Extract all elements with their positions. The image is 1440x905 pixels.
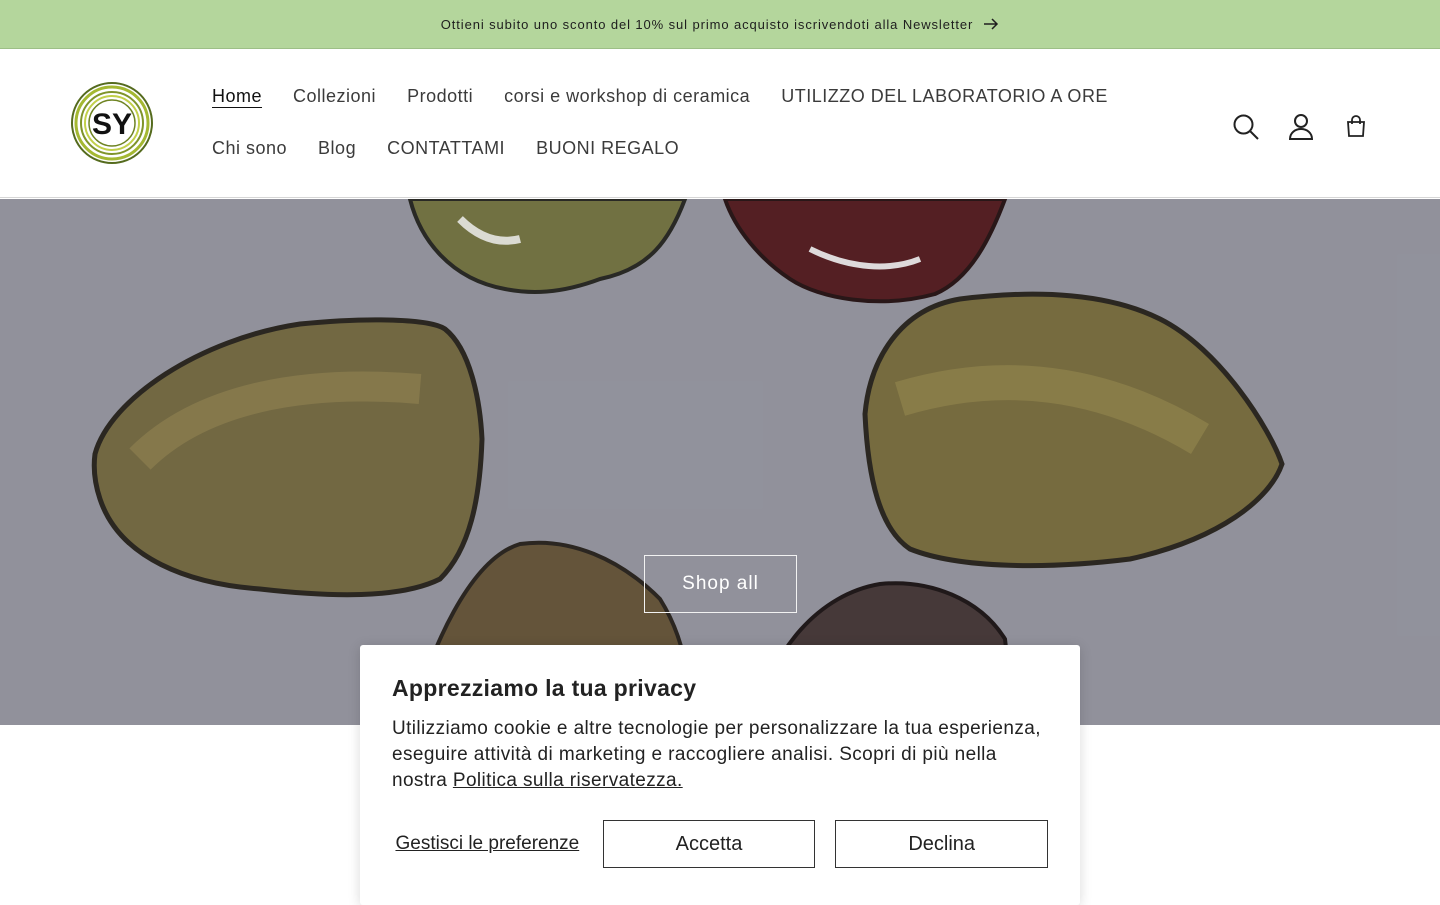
decline-button[interactable]: Declina [835,820,1048,868]
nav-utilizzo-laboratorio[interactable]: UTILIZZO DEL LABORATORIO A ORE [781,86,1108,107]
cookie-body: Utilizziamo cookie e altre tecnologie pe… [392,716,1048,794]
announcement-text[interactable]: Ottieni subito uno sconto del 10% sul pr… [441,17,973,32]
cart-icon[interactable] [1336,107,1376,147]
nav-home[interactable]: Home [212,86,262,107]
search-icon[interactable] [1226,107,1266,147]
nav-chi-sono[interactable]: Chi sono [212,138,287,159]
account-icon[interactable] [1281,107,1321,147]
nav-buoni-regalo[interactable]: BUONI REGALO [536,138,679,159]
nav-row-1: Home Collezioni Prodotti corsi e worksho… [212,76,1192,116]
accept-button[interactable]: Accetta [602,820,816,868]
nav-corsi-workshop[interactable]: corsi e workshop di ceramica [504,86,750,107]
logo-text: SY [92,108,132,141]
cookie-actions: Gestisci le preferenze Accetta Declina [392,820,1048,868]
nav-row-2: Chi sono Blog CONTATTAMI BUONI REGALO [212,128,1192,168]
nav-collezioni[interactable]: Collezioni [293,86,376,107]
shop-all-button[interactable]: Shop all [644,555,797,613]
header-icons [1226,107,1391,147]
main-nav: Home Collezioni Prodotti corsi e worksho… [212,76,1192,180]
manage-preferences-link[interactable]: Gestisci le preferenze [392,832,583,856]
arrow-right-icon[interactable] [983,18,999,30]
nav-prodotti[interactable]: Prodotti [407,86,473,107]
cookie-title: Apprezziamo la tua privacy [392,675,697,701]
logo[interactable]: SY [70,81,154,165]
nav-contattami[interactable]: CONTATTAMI [387,138,505,159]
nav-blog[interactable]: Blog [318,138,356,159]
cookie-banner: Apprezziamo la tua privacy Utilizziamo c… [360,645,1080,905]
site-header: SY Home Collezioni Prodotti corsi e work… [0,49,1440,198]
announcement-bar[interactable]: Ottieni subito uno sconto del 10% sul pr… [0,0,1440,49]
privacy-policy-link[interactable]: Politica sulla riservatezza. [453,770,683,791]
